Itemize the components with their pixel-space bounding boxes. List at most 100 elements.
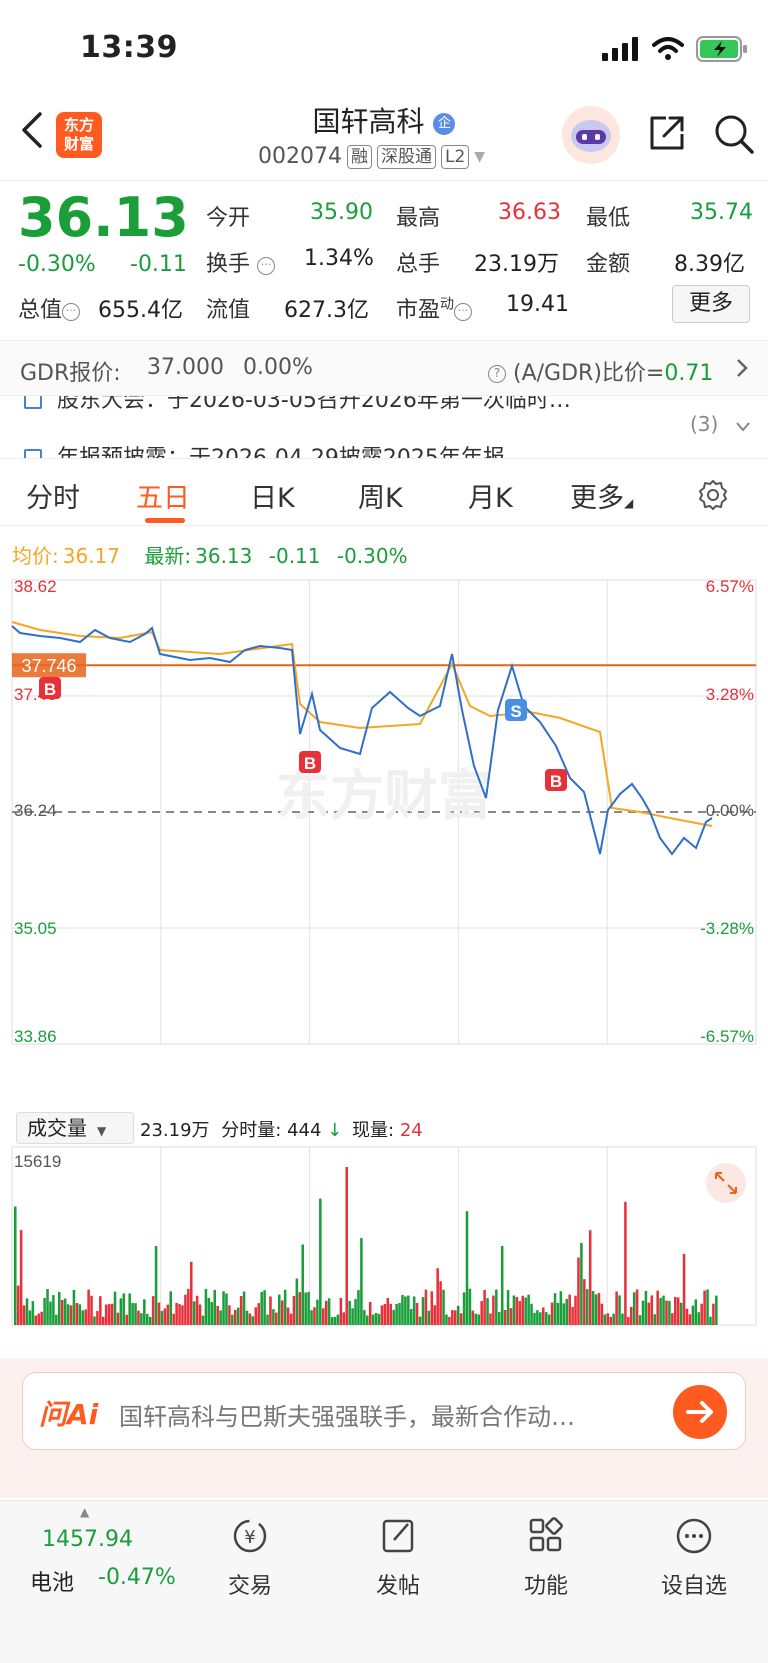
y-tick-right: 3.28% <box>706 685 754 704</box>
volume-bar <box>307 1291 310 1325</box>
volume-bar <box>304 1292 307 1325</box>
tab-more[interactable]: 更多◢ <box>570 476 633 515</box>
expand-button[interactable] <box>706 1163 746 1203</box>
five-day-price-chart[interactable]: 38.6237.4336.2435.0533.866.57%3.28%0.00%… <box>0 574 768 1110</box>
divider <box>0 458 768 459</box>
y-tick-left: 35.05 <box>14 919 57 938</box>
low-value: 35.74 <box>690 200 753 225</box>
turnover-label[interactable]: 换手 ··· <box>206 246 276 278</box>
volume-bar <box>69 1305 73 1325</box>
news-ticker[interactable]: 股东大会：于2026-03-05召开2026年第一次临时… 年报预披露：于202… <box>0 396 768 458</box>
volume-bar <box>198 1304 202 1325</box>
nav-add-watchlist[interactable]: 设自选 <box>644 1516 744 1600</box>
volume-bar <box>630 1306 633 1325</box>
volume-bar <box>468 1288 472 1325</box>
nav-functions[interactable]: 功能 <box>496 1516 596 1600</box>
volume-bar <box>632 1292 636 1325</box>
volume-bar <box>509 1308 513 1325</box>
tab-weekly-k[interactable]: 周K <box>358 476 403 515</box>
arrow-right-icon <box>686 1401 713 1423</box>
share-icon[interactable] <box>646 112 688 154</box>
volume-bar <box>96 1310 99 1325</box>
volume-bar <box>659 1297 662 1325</box>
doc-icon <box>24 449 42 458</box>
volume-bar <box>360 1238 363 1325</box>
y-tick-left: 38.62 <box>14 577 57 596</box>
low-label: 最低 <box>586 206 631 231</box>
volume-bar <box>239 1296 243 1325</box>
volume-bar <box>530 1303 533 1325</box>
volume-bar <box>286 1307 290 1325</box>
volume-bar <box>46 1289 49 1325</box>
volume-bar <box>521 1295 524 1325</box>
tab-daily-k[interactable]: 日K <box>250 476 295 515</box>
volume-bar <box>674 1296 677 1325</box>
pe-label[interactable]: 市盈动 ··· <box>396 292 473 324</box>
volume-bar <box>647 1302 651 1325</box>
ai-send-button[interactable] <box>673 1385 727 1439</box>
volume-bar <box>547 1314 551 1325</box>
volume-bar <box>245 1310 249 1325</box>
more-button[interactable]: 更多 <box>672 285 750 323</box>
volume-bar <box>415 1302 419 1325</box>
volume-bar <box>685 1308 689 1325</box>
chevron-down-icon[interactable] <box>734 420 752 434</box>
volume-bar <box>207 1297 211 1325</box>
volume-bar <box>544 1312 548 1325</box>
help-icon[interactable]: ? <box>488 365 506 383</box>
caret-up-icon[interactable]: ▲ <box>80 1505 89 1519</box>
index-value[interactable]: 1457.94 <box>42 1527 133 1552</box>
ai-ask-box[interactable]: 问Ai 国轩高科与巴斯夫强强联手，最新合作动… <box>22 1372 746 1450</box>
info-icon[interactable]: ··· <box>257 257 276 275</box>
nav-post[interactable]: 发帖 <box>348 1516 448 1600</box>
volume-stats: 23.19万 分时量: 444 ↓ 现量: 24 <box>140 1120 423 1141</box>
tab-intraday[interactable]: 分时 <box>26 476 80 515</box>
volume-bar <box>66 1304 70 1325</box>
volume-bar <box>412 1296 416 1325</box>
volume-bar <box>533 1312 536 1325</box>
chevron-right-icon[interactable] <box>734 356 750 380</box>
volume-bar <box>518 1301 522 1325</box>
index-name[interactable]: 电池 <box>30 1565 74 1597</box>
volume-bar <box>586 1289 589 1325</box>
volume-bar <box>310 1310 313 1325</box>
tag-margin: 融 <box>346 144 372 169</box>
volume-bar <box>25 1298 29 1325</box>
tab-five-day[interactable]: 五日 <box>136 476 190 515</box>
robot-avatar[interactable] <box>562 106 620 164</box>
volume-bar <box>210 1302 214 1325</box>
volume-bar <box>462 1292 466 1325</box>
news-item-1[interactable]: 股东大会：于2026-03-05召开2026年第一次临时… <box>24 396 571 414</box>
volume-bar <box>234 1309 237 1325</box>
volume-bar <box>489 1313 492 1325</box>
volume-bar <box>377 1313 381 1325</box>
volume-bar <box>280 1300 284 1325</box>
dropdown-icon[interactable]: ▼ <box>474 149 485 165</box>
float-label: 流值 <box>206 298 251 323</box>
volume-bar <box>456 1305 460 1325</box>
volume-chart[interactable]: 1561902/2602/2703/0203/0303/04 <box>0 1145 768 1330</box>
volume-indicator-select[interactable]: 成交量 ▼ <box>16 1112 134 1144</box>
info-icon[interactable]: ··· <box>62 303 81 321</box>
volume-bar <box>471 1310 475 1325</box>
volume-bar <box>257 1303 260 1325</box>
volume-bar <box>568 1294 571 1325</box>
volume-bar <box>242 1291 246 1325</box>
trade-marker-text: B <box>550 772 562 791</box>
tab-monthly-k[interactable]: 月K <box>468 476 513 515</box>
edit-icon <box>382 1519 414 1553</box>
info-icon[interactable]: ··· <box>454 303 473 321</box>
volume-bar <box>635 1289 639 1325</box>
volume-bar <box>119 1298 123 1325</box>
nav-trade[interactable]: ¥ 交易 <box>200 1516 300 1600</box>
news-item-2[interactable]: 年报预披露：于2026-04-29披露2025年年报 <box>24 440 505 458</box>
y-tick-right: 6.57% <box>706 577 754 596</box>
volume-bar <box>34 1315 38 1325</box>
volume-bar <box>594 1294 598 1325</box>
settings-icon[interactable] <box>696 478 730 512</box>
volume-bar <box>512 1295 516 1325</box>
search-icon[interactable] <box>712 112 756 156</box>
tag-level2: L2 <box>440 144 470 169</box>
price-alert-label: 37.746 <box>21 656 76 676</box>
mktcap-label[interactable]: 总值 ··· <box>18 292 81 324</box>
